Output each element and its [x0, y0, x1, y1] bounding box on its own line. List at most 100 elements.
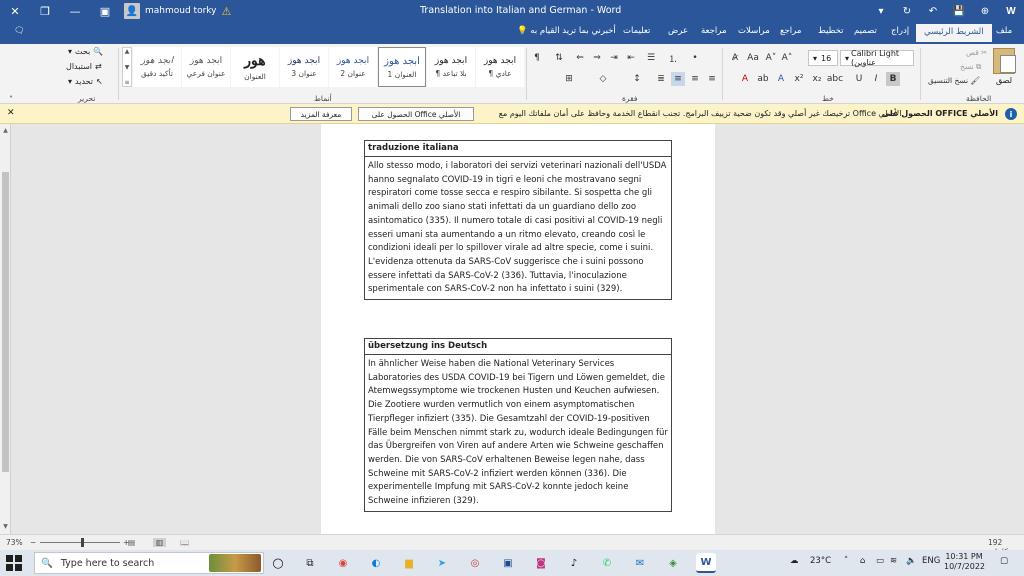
styles-gallery-scroll[interactable]: ▲ ▼ ≡	[122, 47, 132, 87]
language-indicator[interactable]: ENG	[922, 556, 940, 566]
tab-file[interactable]: ملف	[996, 26, 1012, 36]
network-icon[interactable]: ⌂	[860, 556, 865, 566]
redo-icon[interactable]: ↻	[898, 2, 916, 20]
style-subtle-emphasis[interactable]: ابجد هوز تأكيد دقيق	[133, 47, 181, 87]
subscript-icon[interactable]: x₂	[810, 72, 824, 86]
mail-icon[interactable]: ✉	[630, 553, 650, 573]
ltr-icon[interactable]: ⇒	[590, 51, 604, 65]
edge-icon[interactable]: ◐	[366, 553, 386, 573]
center-icon[interactable]: ≡	[688, 72, 702, 86]
chrome-icon[interactable]: ◉	[333, 553, 353, 573]
superscript-icon[interactable]: x²	[792, 72, 806, 86]
read-mode-icon[interactable]: 📖	[180, 538, 189, 547]
tell-me-search[interactable]: 💡 أخبرني بما تريد القيام به	[517, 26, 616, 36]
scroll-down-icon[interactable]: ▼	[1, 522, 10, 531]
battery-icon[interactable]: ▭	[876, 556, 884, 566]
align-right-icon[interactable]: ≡	[671, 72, 685, 86]
zoom-level[interactable]: 73%	[6, 538, 23, 547]
store-icon[interactable]: ▣	[498, 553, 518, 573]
volume-icon[interactable]: 🔈	[906, 556, 917, 566]
task-view-icon[interactable]: ⧉	[300, 553, 320, 573]
font-color-icon[interactable]: A	[738, 72, 752, 86]
highlight-icon[interactable]: ab	[756, 72, 770, 86]
format-painter-button[interactable]: نسخ التنسيق 🖌	[928, 76, 980, 85]
app-icon[interactable]: ◎	[465, 553, 485, 573]
close-window-button[interactable]: ✕	[0, 0, 30, 22]
german-heading[interactable]: übersetzung ins Deutsch	[365, 339, 671, 355]
wifi-icon[interactable]: ≋	[890, 556, 897, 566]
style-subtitle[interactable]: ابجد هوز عنوان فرعي	[182, 47, 230, 87]
tab-references[interactable]: مراجع	[780, 26, 801, 36]
cortana-icon[interactable]: ○	[268, 553, 288, 573]
replace-button[interactable]: استبدال ⇄	[66, 62, 102, 71]
font-size-select[interactable]: ▾ 16	[808, 50, 838, 66]
tab-mailings[interactable]: مراسلات	[738, 26, 770, 36]
bullets-icon[interactable]: •	[688, 51, 702, 65]
style-heading-3[interactable]: ابجد هوز عنوان 3	[280, 47, 328, 87]
instagram-icon[interactable]: ◙	[531, 553, 551, 573]
app-stack-icon[interactable]: ◈	[663, 553, 683, 573]
underline-icon[interactable]: U	[852, 72, 866, 86]
autosave-icon[interactable]: ⊕	[976, 2, 994, 20]
get-genuine-office-button[interactable]: الحصول على Office الأصلي	[358, 107, 474, 121]
text-effects-icon[interactable]: A	[774, 72, 788, 86]
print-layout-icon[interactable]: ▥	[153, 538, 167, 547]
user-account[interactable]: 👤 mahmoud torky ⚠	[124, 3, 231, 19]
font-name-select[interactable]: ▾ Calibri Light (عناوين	[840, 49, 914, 67]
ribbon-display-options-icon[interactable]: ▣	[90, 0, 120, 22]
tray-overflow-icon[interactable]: ˄	[844, 556, 848, 566]
borders-icon[interactable]: ⊞	[562, 72, 576, 86]
german-translation-table[interactable]: übersetzung ins Deutsch In ähnlicher Wei…	[364, 338, 672, 512]
paste-button[interactable]: لصق	[990, 48, 1018, 92]
file-explorer-icon[interactable]: ▆	[399, 553, 419, 573]
style-title[interactable]: هور العنوان	[231, 47, 279, 87]
telegram-icon[interactable]: ➤	[432, 553, 452, 573]
tab-home[interactable]: الشريط الرئيسي	[916, 24, 992, 42]
tab-insert[interactable]: إدراج	[891, 26, 909, 36]
minimize-window-button[interactable]: —	[60, 0, 90, 22]
style-heading-2[interactable]: ابجد هوز عنوان 2	[329, 47, 377, 87]
cut-button[interactable]: قص ✂	[966, 48, 987, 57]
find-button[interactable]: ▾ بحث 🔍	[68, 47, 103, 56]
learn-more-button[interactable]: معرفة المزيد	[290, 107, 352, 121]
align-left-icon[interactable]: ≡	[705, 72, 719, 86]
clock[interactable]: 10:31 PM 10/7/2022	[944, 552, 985, 572]
whatsapp-icon[interactable]: ✆	[597, 553, 617, 573]
zoom-out-icon[interactable]: −	[30, 538, 36, 547]
comment-icon[interactable]: 🗨	[14, 26, 25, 36]
decrease-indent-icon[interactable]: ⇤	[624, 51, 638, 65]
word-taskbar-icon[interactable]: W	[696, 553, 716, 573]
sort-icon[interactable]: ⇅	[552, 51, 566, 65]
web-layout-icon[interactable]: ▤	[128, 538, 135, 547]
strikethrough-icon[interactable]: abc	[827, 72, 843, 86]
bold-icon[interactable]: B	[886, 72, 900, 86]
increase-indent-icon[interactable]: ⇥	[607, 51, 621, 65]
style-no-spacing[interactable]: ابجد هوز ¶ بلا تباعد	[427, 47, 475, 87]
italian-translation-table[interactable]: traduzione italiana Allo stesso modo, i …	[364, 140, 672, 301]
tab-design[interactable]: تصميم	[854, 26, 877, 36]
change-case-icon[interactable]: Aa	[746, 51, 760, 65]
tab-review[interactable]: مراجعة	[701, 26, 727, 36]
numbering-icon[interactable]: ⒈	[666, 51, 680, 65]
weather-temp[interactable]: 23°C	[810, 556, 831, 566]
save-icon[interactable]: 💾	[950, 2, 968, 20]
taskbar-search[interactable]: 🔍 Type here to search	[34, 552, 264, 574]
increase-font-icon[interactable]: A˄	[780, 51, 794, 65]
style-normal[interactable]: ابجد هوز ¶ عادي	[476, 47, 524, 87]
style-heading-1[interactable]: ابجد هوز العنوان 1	[378, 47, 426, 87]
scroll-up-icon[interactable]: ▲	[1, 126, 10, 135]
restore-window-button[interactable]: ❐	[30, 0, 60, 22]
rtl-icon[interactable]: ⇐	[573, 51, 587, 65]
copy-button[interactable]: نسخ ⧉	[960, 62, 981, 72]
decrease-font-icon[interactable]: A˅	[764, 51, 778, 65]
notifications-icon[interactable]: ▢	[1000, 556, 1008, 566]
scroll-thumb[interactable]	[2, 172, 9, 472]
tab-layout[interactable]: تخطيط	[818, 26, 843, 36]
tiktok-icon[interactable]: ♪	[564, 553, 584, 573]
weather-icon[interactable]: ☁	[790, 556, 799, 566]
clear-formatting-icon[interactable]: A̷	[728, 51, 742, 65]
justify-icon[interactable]: ≣	[654, 72, 668, 86]
close-icon[interactable]: ✕	[7, 108, 15, 118]
shading-icon[interactable]: ◇	[596, 72, 610, 86]
select-button[interactable]: ▾ تحديد ↖	[68, 77, 103, 86]
